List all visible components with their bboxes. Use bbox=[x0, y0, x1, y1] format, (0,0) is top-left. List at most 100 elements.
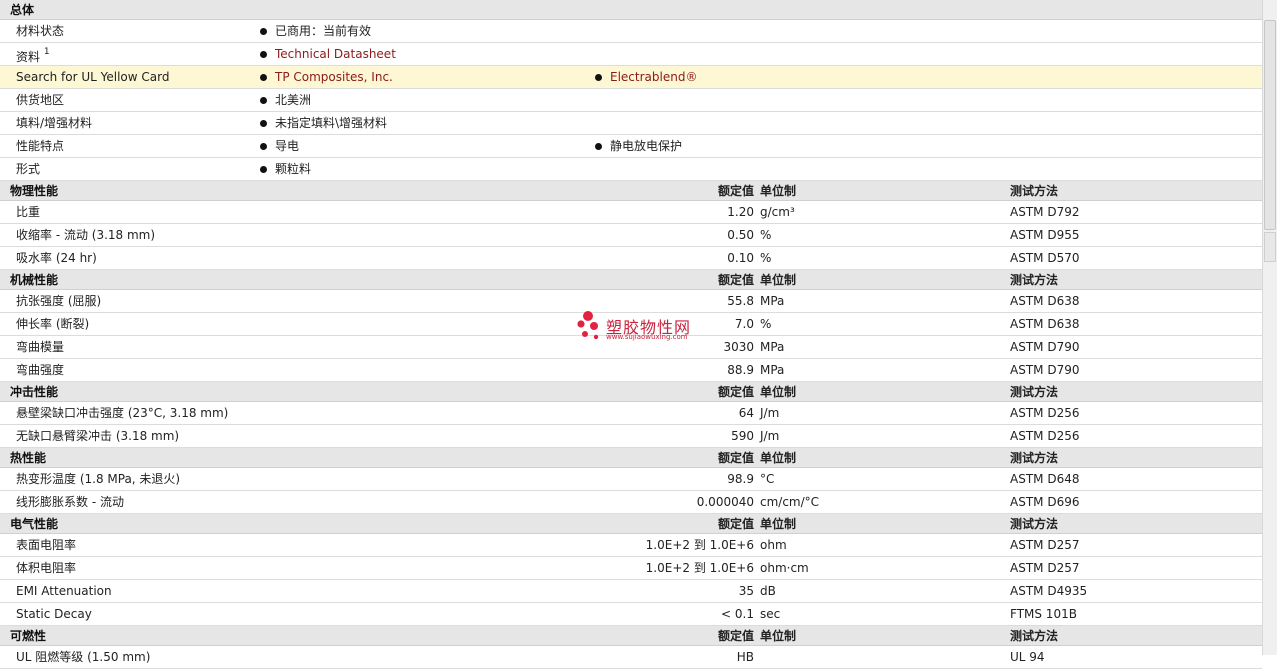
property-value: 55.8 bbox=[727, 294, 754, 308]
section-header: 机械性能 额定值 单位制 测试方法 bbox=[0, 270, 1262, 290]
property-label: 吸水率 (24 hr) bbox=[16, 251, 97, 265]
property-value-text: 静电放电保护 bbox=[610, 139, 683, 153]
column-header-value: 额定值 bbox=[717, 184, 754, 198]
general-row: Search for UL Yellow Card TP Composites, … bbox=[0, 66, 1262, 89]
column-header-unit: 单位制 bbox=[760, 273, 797, 287]
footnote-marker: 1 bbox=[43, 47, 50, 57]
section-header: 物理性能 额定值 单位制 测试方法 bbox=[0, 181, 1262, 201]
property-value-item: TP Composites, Inc. bbox=[260, 66, 393, 88]
section-title: 总体 bbox=[10, 3, 35, 17]
property-label: Static Decay bbox=[16, 607, 92, 621]
column-header-test: 测试方法 bbox=[1010, 517, 1059, 531]
test-method: ASTM D955 bbox=[1010, 228, 1080, 242]
column-header-value: 额定值 bbox=[717, 629, 754, 643]
property-unit: °C bbox=[760, 472, 775, 486]
column-header-value: 额定值 bbox=[717, 385, 754, 399]
property-value: 64 bbox=[738, 406, 754, 420]
property-label: 热变形温度 (1.8 MPa, 未退火) bbox=[16, 472, 181, 486]
general-row: 资料 1 Technical Datasheet bbox=[0, 43, 1262, 66]
column-header-test: 测试方法 bbox=[1010, 385, 1059, 399]
property-value-item: Technical Datasheet bbox=[260, 43, 396, 65]
section-header-general: 总体 bbox=[0, 0, 1262, 20]
property-label: 体积电阻率 bbox=[16, 561, 77, 575]
test-method: ASTM D257 bbox=[1010, 538, 1080, 552]
scrollbar-thumb[interactable] bbox=[1264, 20, 1276, 230]
property-label: UL 阻燃等级 (1.50 mm) bbox=[16, 650, 151, 664]
property-label-text: 供货地区 bbox=[16, 93, 65, 107]
test-method: ASTM D257 bbox=[1010, 561, 1080, 575]
property-value: 0.10 bbox=[727, 251, 754, 265]
bullet-icon bbox=[260, 166, 267, 173]
property-label: 形式 bbox=[16, 158, 40, 180]
property-value: 1.20 bbox=[727, 205, 754, 219]
column-header-unit: 单位制 bbox=[760, 385, 797, 399]
property-value: 590 bbox=[731, 429, 754, 443]
property-label: Search for UL Yellow Card bbox=[16, 66, 169, 88]
property-value: < 0.1 bbox=[721, 607, 754, 621]
property-value-text: 未指定填料\增强材料 bbox=[275, 116, 388, 130]
property-value-item: 北美洲 bbox=[260, 89, 311, 111]
section-title: 冲击性能 bbox=[10, 385, 59, 399]
property-value-item: 导电 bbox=[260, 135, 299, 157]
column-header-test: 测试方法 bbox=[1010, 273, 1059, 287]
test-method: ASTM D256 bbox=[1010, 406, 1080, 420]
datasheet-table: 总体 材料状态 已商用：当前有效 资料 1 Technical Datasheet Sea… bbox=[0, 0, 1262, 669]
property-unit: J/m bbox=[760, 406, 780, 420]
bullet-icon bbox=[595, 143, 602, 150]
property-row: Static Decay < 0.1 sec FTMS 101B bbox=[0, 603, 1262, 626]
property-label: 收缩率 - 流动 (3.18 mm) bbox=[16, 228, 156, 242]
property-row: 热变形温度 (1.8 MPa, 未退火) 98.9 °C ASTM D648 bbox=[0, 468, 1262, 491]
property-label-text: Search for UL Yellow Card bbox=[16, 70, 170, 84]
section-title: 物理性能 bbox=[10, 184, 59, 198]
vertical-scrollbar[interactable] bbox=[1262, 0, 1277, 655]
property-value-link[interactable]: TP Composites, Inc. bbox=[275, 70, 393, 84]
property-unit: % bbox=[760, 317, 772, 331]
scrollbar-track-segment[interactable] bbox=[1264, 232, 1276, 262]
property-value-link[interactable]: Electrablend® bbox=[610, 70, 697, 84]
property-row: 表面电阻率 1.0E+2 到 1.0E+6 ohm ASTM D257 bbox=[0, 534, 1262, 557]
property-label: 弯曲强度 bbox=[16, 363, 65, 377]
property-unit: dB bbox=[760, 584, 776, 598]
section-title: 机械性能 bbox=[10, 273, 59, 287]
bullet-icon bbox=[260, 143, 267, 150]
property-label: 性能特点 bbox=[16, 135, 64, 157]
bullet-icon bbox=[260, 28, 267, 35]
bullet-icon bbox=[260, 120, 267, 127]
property-value: 3030 bbox=[723, 340, 754, 354]
property-unit: cm/cm/°C bbox=[760, 495, 820, 509]
property-row: EMI Attenuation 35 dB ASTM D4935 bbox=[0, 580, 1262, 603]
test-method: UL 94 bbox=[1010, 650, 1045, 664]
property-label: 悬壁梁缺口冲击强度 (23°C, 3.18 mm) bbox=[16, 406, 229, 420]
property-value: 35 bbox=[738, 584, 754, 598]
property-unit: J/m bbox=[760, 429, 780, 443]
section-header: 热性能 额定值 单位制 测试方法 bbox=[0, 448, 1262, 468]
property-label: 无缺口悬臂梁冲击 (3.18 mm) bbox=[16, 429, 180, 443]
property-row: 悬壁梁缺口冲击强度 (23°C, 3.18 mm) 64 J/m ASTM D256 bbox=[0, 402, 1262, 425]
general-row: 材料状态 已商用：当前有效 bbox=[0, 20, 1262, 43]
property-value-text: 已商用：当前有效 bbox=[275, 24, 372, 38]
section-title: 电气性能 bbox=[10, 517, 59, 531]
test-method: ASTM D790 bbox=[1010, 363, 1080, 377]
column-header-unit: 单位制 bbox=[760, 451, 797, 465]
property-row: 收缩率 - 流动 (3.18 mm) 0.50% ASTM D955 bbox=[0, 224, 1262, 247]
test-method: ASTM D792 bbox=[1010, 205, 1080, 219]
column-header-test: 测试方法 bbox=[1010, 451, 1059, 465]
column-header-value: 额定值 bbox=[717, 273, 754, 287]
bullet-icon bbox=[260, 74, 267, 81]
property-unit: % bbox=[760, 251, 772, 265]
property-value-link[interactable]: Technical Datasheet bbox=[275, 47, 396, 61]
property-unit: % bbox=[760, 228, 772, 242]
property-row: 伸长率 (断裂) 7.0% ASTM D638 bbox=[0, 313, 1262, 336]
property-unit: sec bbox=[760, 607, 781, 621]
column-header-value: 额定值 bbox=[717, 517, 754, 531]
column-header-value: 额定值 bbox=[717, 451, 754, 465]
property-value: 88.9 bbox=[727, 363, 754, 377]
property-label-text: 填料/增强材料 bbox=[16, 116, 93, 130]
property-row: 弯曲模量 3030 MPa ASTM D790 bbox=[0, 336, 1262, 359]
property-value-item: Electrablend® bbox=[595, 66, 697, 88]
general-row: 填料/增强材料 未指定填料\增强材料 bbox=[0, 112, 1262, 135]
bullet-icon bbox=[260, 51, 267, 58]
property-unit: g/cm³ bbox=[760, 205, 795, 219]
column-header-test: 测试方法 bbox=[1010, 184, 1059, 198]
property-label: 供货地区 bbox=[16, 89, 64, 111]
